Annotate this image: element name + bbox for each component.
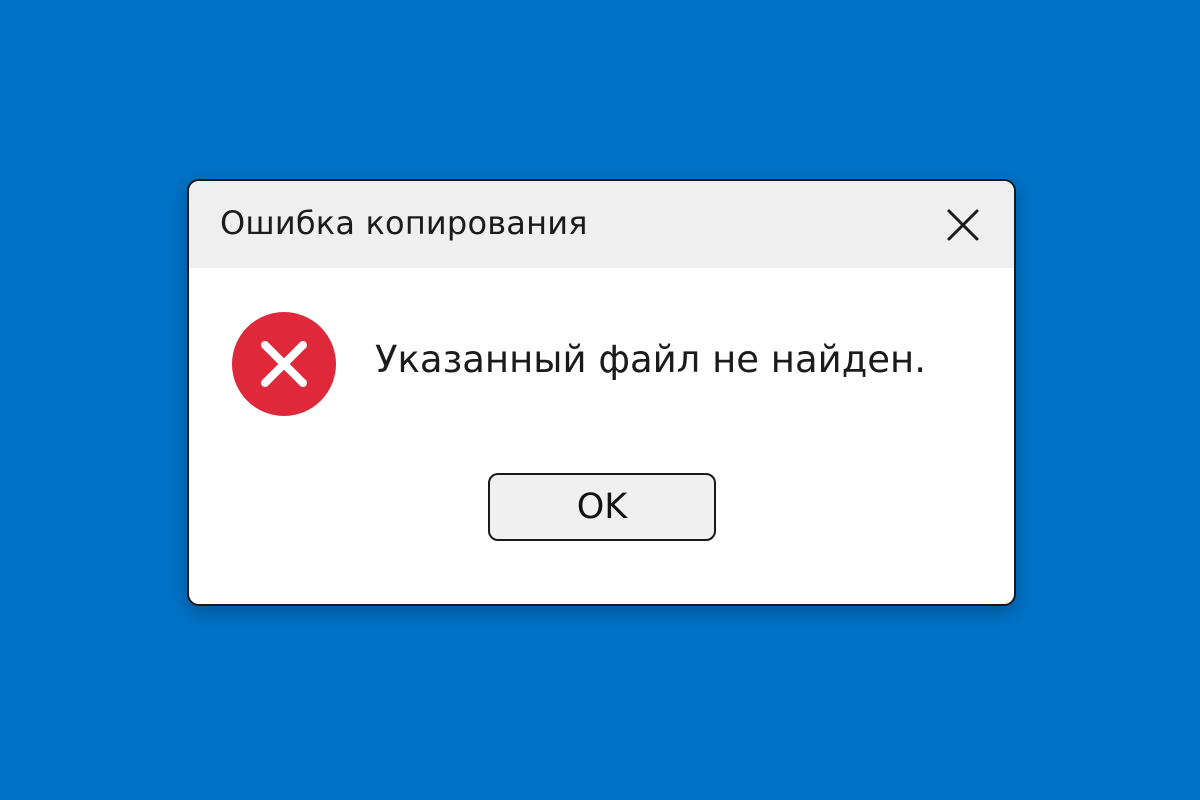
- ok-button[interactable]: OK: [488, 473, 716, 541]
- error-message: Указанный файл не найден.: [375, 338, 927, 381]
- dialog-title: Ошибка копирования: [220, 204, 588, 242]
- close-button[interactable]: [941, 203, 985, 247]
- close-icon: [947, 209, 979, 241]
- error-x-icon: [232, 312, 336, 416]
- dialog-titlebar: Ошибка копирования: [189, 181, 1014, 268]
- error-dialog: Ошибка копирования Указанный файл не най…: [187, 179, 1016, 606]
